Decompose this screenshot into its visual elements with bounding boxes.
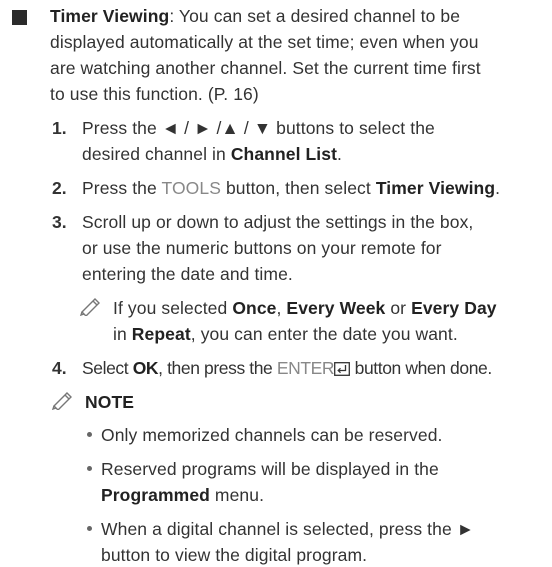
step-1-line-1: Press the ◄ / ► /▲ / ▼ buttons to select… [82,118,435,138]
note-pencil-icon [51,392,72,410]
note-repeat-line-2: in Repeat, you can enter the date you wa… [113,324,458,344]
tools-button-label: TOOLS [161,178,221,198]
note-heading: NOTE [85,392,135,412]
step-4-line: Select OK, then press the ENTER button w… [82,358,492,378]
note-bullet-3-line-2: button to view the digital program. [101,545,368,565]
step-4-number: 4. [52,358,67,378]
enter-button-label: ENTER [276,358,335,378]
bullet-dot-3 [87,526,92,531]
timer-viewing-line-3: are watching another channel. Set the cu… [50,58,481,78]
note-bullet-1: Only memorized channels can be reserved. [101,425,443,445]
note-bullet-2-line-2: Programmed menu. [101,485,265,505]
step-1-number: 1. [52,118,67,138]
note-repeat-line-1: If you selected Once, Every Week or Ever… [113,298,497,318]
bullet-dot-2 [87,466,92,471]
step-2-line: Press the TOOLS button, then select Time… [82,178,501,198]
note-pencil-icon [79,298,100,316]
note-bullet-3-line-1: When a digital channel is selected, pres… [101,519,475,539]
step-3-line-2: or use the numeric buttons on your remot… [82,238,442,258]
step-3-line-3: entering the date and time. [82,264,293,284]
timer-viewing-line-4: to use this function. (P. 16) [50,84,259,104]
step-2-number: 2. [52,178,67,198]
bullet-dot-1 [87,432,92,437]
square-bullet-icon [12,10,27,25]
note-bullet-2-line-1: Reserved programs will be displayed in t… [101,459,439,479]
timer-viewing-line-1: Timer Viewing: You can set a desired cha… [50,6,461,26]
timer-viewing-title: Timer Viewing [50,6,170,26]
step-3-line-1: Scroll up or down to adjust the settings… [82,212,474,232]
manual-page: Timer Viewing: You can set a desired cha… [0,0,552,565]
step-3-number: 3. [52,212,67,232]
timer-viewing-line-2: displayed automatically at the set time;… [50,32,479,52]
step-1-line-2: desired channel in Channel List. [82,144,342,164]
enter-icon [334,362,351,376]
